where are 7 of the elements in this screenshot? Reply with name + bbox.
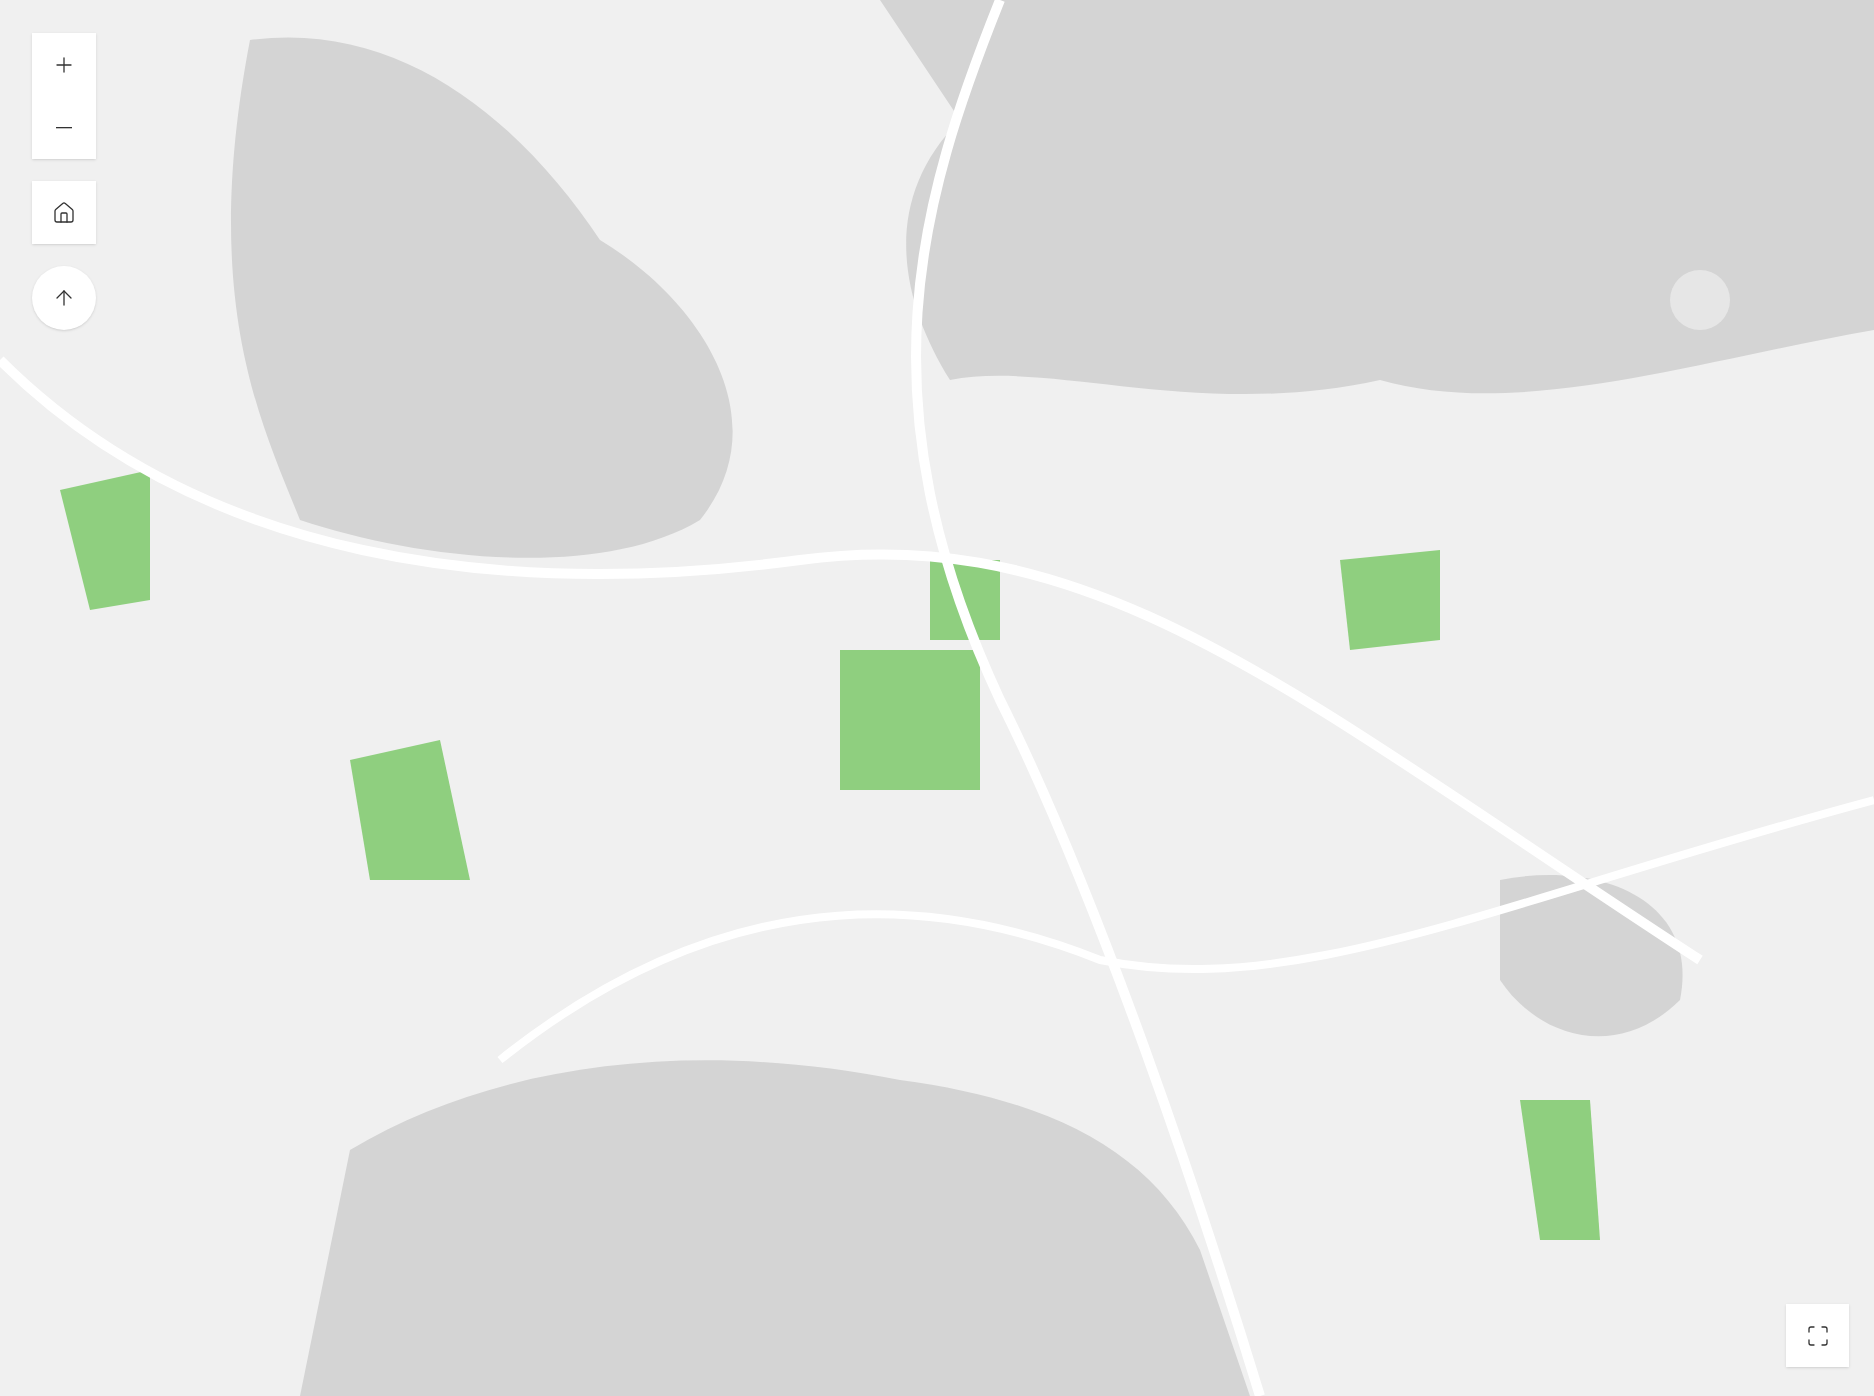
fullscreen-button[interactable] [1786, 1304, 1849, 1367]
minus-icon [56, 126, 72, 129]
fullscreen-icon [1805, 1323, 1830, 1348]
home-button[interactable] [32, 181, 96, 244]
zoom-out-button[interactable] [32, 96, 96, 159]
zoom-in-button[interactable] [32, 33, 96, 96]
home-icon [52, 200, 76, 225]
